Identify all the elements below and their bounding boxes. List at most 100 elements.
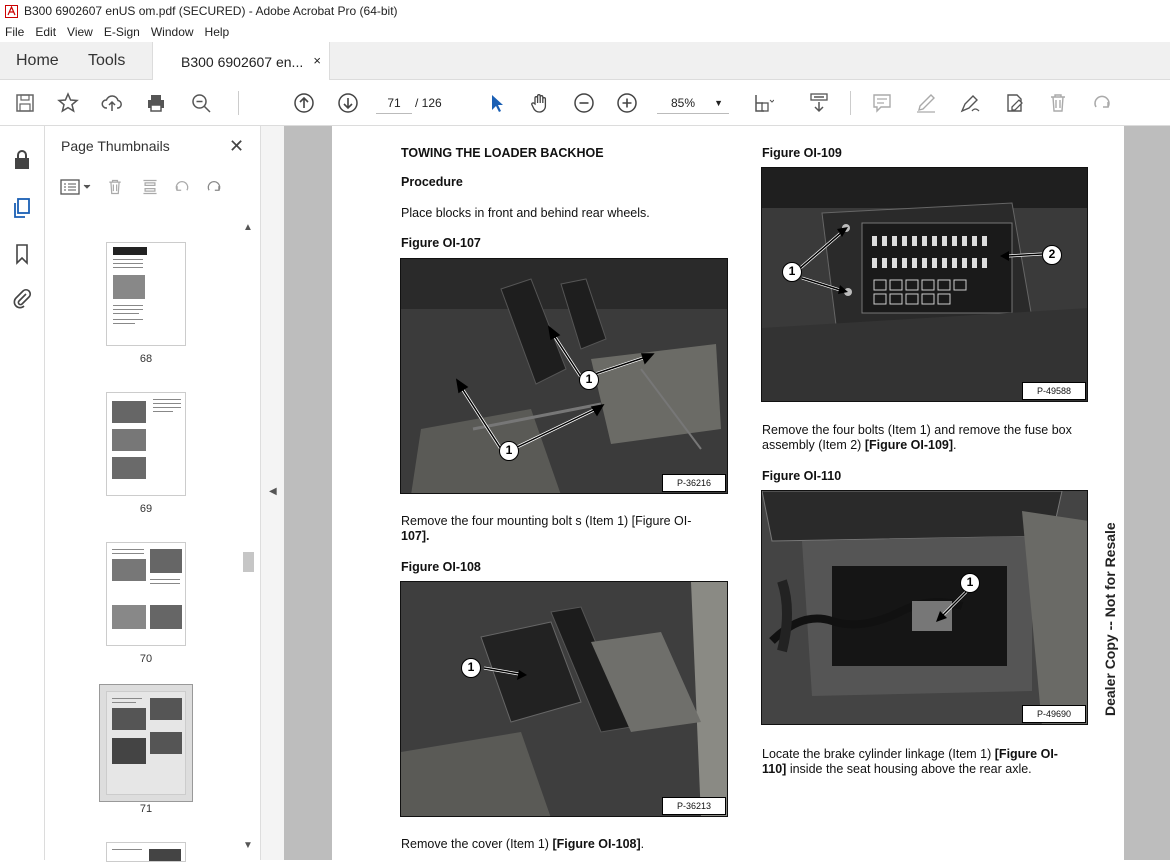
options-menu-icon[interactable]	[60, 178, 94, 200]
tab-document-label: B300 6902607 en...	[181, 53, 304, 70]
select-cursor-icon[interactable]	[484, 90, 510, 116]
watermark-text: Dealer Copy -- Not for Resale	[1102, 522, 1118, 716]
comment-icon[interactable]	[869, 90, 895, 116]
menu-file[interactable]: File	[5, 25, 24, 39]
scroll-down-icon[interactable]: ▼	[243, 840, 253, 851]
collapse-panel-handle[interactable]: ◀	[260, 126, 284, 860]
menu-window[interactable]: Window	[151, 25, 194, 39]
callout-1: 1	[579, 370, 599, 390]
bookmark-star-icon[interactable]	[55, 90, 81, 116]
tab-document[interactable]: B300 6902607 en... ×	[152, 42, 330, 81]
figure-reference: [Figure OI-108]	[552, 837, 641, 851]
thumbnail-label: 68	[139, 353, 153, 365]
hand-tool-icon[interactable]	[527, 90, 553, 116]
callout-1: 1	[960, 573, 980, 593]
thumbnail-page-68[interactable]	[106, 242, 186, 346]
save-icon[interactable]	[12, 90, 38, 116]
menu-view[interactable]: View	[67, 25, 93, 39]
callout-arrows	[797, 227, 1043, 294]
caption-text: assembly (Item 2)	[762, 438, 865, 452]
figure-oi-109-photo: 1 2 P-49588	[761, 167, 1088, 402]
thumbnail-label: 69	[139, 503, 153, 515]
close-panel-icon[interactable]: ✕	[229, 136, 244, 157]
rotate-left-icon[interactable]	[172, 178, 192, 200]
previous-page-icon[interactable]	[291, 90, 317, 116]
close-tab-icon[interactable]: ×	[313, 53, 321, 68]
figure-reference: 107].	[401, 529, 430, 543]
scroll-mode-icon[interactable]	[806, 90, 832, 116]
toolbar: 71 / 126 85% ▼	[0, 80, 1170, 126]
rotate-right-icon[interactable]	[204, 178, 224, 200]
sign-icon[interactable]	[957, 90, 983, 116]
figure-title: Figure OI-108	[401, 560, 481, 574]
document-viewport[interactable]: TOWING THE LOADER BACKHOE Procedure Plac…	[284, 126, 1170, 860]
chevron-left-icon: ◀	[269, 486, 277, 497]
toolbar-divider	[850, 91, 851, 115]
figure-caption: Remove the cover (Item 1) [Figure OI-108…	[401, 837, 644, 852]
acrobat-icon	[5, 4, 18, 18]
photo-code: P-49690	[1022, 705, 1086, 723]
menu-bar: File Edit View E-Sign Window Help	[0, 22, 1170, 42]
next-page-icon[interactable]	[335, 90, 361, 116]
thumbnail-page-69[interactable]	[106, 392, 186, 496]
procedure-heading: Procedure	[401, 175, 463, 189]
figure-reference: [Figure OI-109]	[864, 438, 954, 452]
figure-title: Figure OI-107	[401, 236, 481, 250]
caption-text: inside the seat housing above the rear a…	[786, 762, 1032, 776]
print-icon[interactable]	[143, 90, 169, 116]
caption-text: Locate the brake cylinder linkage (Item …	[762, 747, 995, 761]
tab-home[interactable]: Home	[16, 42, 59, 80]
menu-edit[interactable]: Edit	[35, 25, 56, 39]
callout-arrow	[936, 589, 969, 622]
zoom-in-icon[interactable]	[614, 90, 640, 116]
thumbnail-page-72[interactable]	[106, 842, 186, 862]
title-bar: B300 6902607 enUS om.pdf (SECURED) - Ado…	[0, 0, 1170, 22]
caption-text: Remove the four mounting bolt s (Item 1)…	[401, 514, 692, 528]
thumb-delete-icon[interactable]	[106, 178, 124, 200]
section-heading: TOWING THE LOADER BACKHOE	[401, 146, 604, 160]
zoom-search-icon[interactable]	[188, 90, 214, 116]
figure-title: Figure OI-109	[762, 146, 842, 160]
window-title: B300 6902607 enUS om.pdf (SECURED) - Ado…	[24, 4, 398, 18]
rotate-icon[interactable]	[1089, 90, 1115, 116]
scroll-up-icon[interactable]: ▲	[243, 222, 253, 233]
toolbar-divider	[238, 91, 239, 115]
thumbnail-page-70[interactable]	[106, 542, 186, 646]
delete-icon[interactable]	[1045, 90, 1071, 116]
photo-code: P-49588	[1022, 382, 1086, 400]
upload-cloud-icon[interactable]	[99, 90, 125, 116]
figure-oi-110-photo: 1 P-49690	[761, 490, 1088, 725]
bookmark-icon[interactable]	[10, 242, 34, 266]
page-display-icon[interactable]	[750, 90, 776, 116]
figure-caption: Remove the four bolts (Item 1) and remov…	[762, 423, 1072, 437]
chevron-down-icon: ▼	[714, 98, 723, 108]
page-number-input[interactable]: 71	[376, 92, 412, 114]
zoom-out-icon[interactable]	[571, 90, 597, 116]
menu-help[interactable]: Help	[205, 25, 230, 39]
insert-pages-icon[interactable]	[140, 178, 160, 200]
caption-text: .	[640, 837, 645, 851]
zoom-select[interactable]: 85% ▼	[657, 92, 729, 114]
attachment-icon[interactable]	[10, 286, 34, 310]
fill-sign-icon[interactable]	[1001, 90, 1027, 116]
thumbnail-page-71[interactable]	[106, 691, 186, 795]
callout-2: 2	[1042, 245, 1062, 265]
highlight-pen-icon[interactable]	[913, 90, 939, 116]
figure-title: Figure OI-110	[762, 469, 842, 483]
menu-esign[interactable]: E-Sign	[104, 25, 140, 39]
caption-text: Remove the cover (Item 1)	[401, 837, 553, 851]
page-thumbnails-icon[interactable]	[10, 196, 34, 220]
thumbnail-label: 71	[139, 803, 153, 815]
figure-caption: assembly (Item 2) [Figure OI-109].	[762, 438, 957, 453]
callout-arrow	[483, 666, 527, 680]
scrollbar-thumb[interactable]	[243, 552, 254, 572]
thumbnails-panel: Page Thumbnails ✕ 68 69 70 71 ▲ ▼	[45, 126, 260, 862]
figure-oi-108-photo: 1 P-36213	[400, 581, 728, 817]
thumbnail-scrollbar[interactable]: ▲ ▼	[241, 222, 255, 858]
lock-icon[interactable]	[10, 148, 34, 172]
callout-1: 1	[499, 441, 519, 461]
thumbnail-label: 70	[139, 653, 153, 665]
figure-reference: 110]	[762, 762, 787, 776]
tab-tools[interactable]: Tools	[88, 42, 125, 80]
figure-caption: Locate the brake cylinder linkage (Item …	[762, 747, 1058, 762]
